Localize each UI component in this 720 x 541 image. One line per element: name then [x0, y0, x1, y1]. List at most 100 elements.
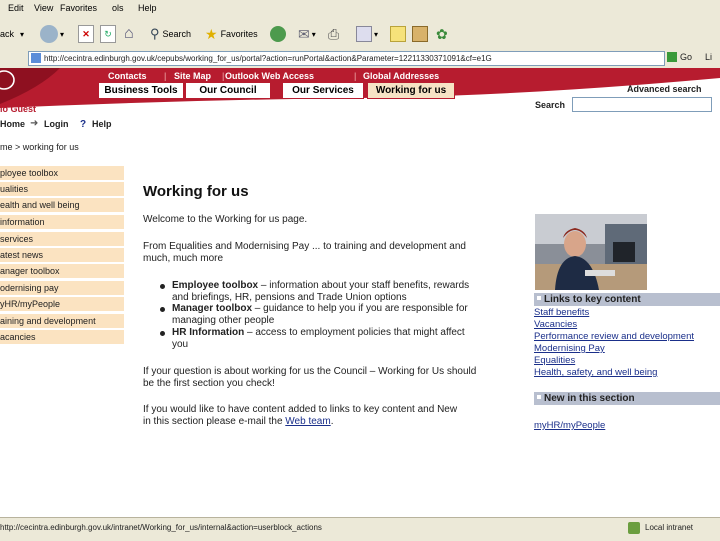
tab-our-services[interactable]: Our Services: [282, 82, 364, 99]
link-performance-review[interactable]: Performance review and development: [534, 331, 694, 342]
tab-working-for-us[interactable]: Working for us: [367, 82, 455, 99]
link-equalities[interactable]: Equalities: [534, 355, 575, 366]
question-line-2: be the first section you check!: [143, 378, 275, 389]
bullet-icon: [160, 307, 165, 312]
add-content-text: in this section please e-mail the: [143, 416, 286, 427]
links-key-content-header: Links to key content: [534, 293, 720, 306]
word-icon: [356, 26, 372, 42]
book-icon: [412, 26, 428, 42]
star-icon: ★: [205, 25, 218, 42]
sidebar-item-equalities[interactable]: ualities: [0, 182, 124, 196]
sidebar-item-myhr[interactable]: yHR/myPeople: [0, 297, 124, 311]
favorites-button[interactable]: ★ Favorites: [205, 24, 258, 44]
bullet-hr-information-head[interactable]: HR Information: [172, 327, 244, 338]
bullet-hr-information-line2: you: [172, 339, 189, 350]
address-input[interactable]: http://cecintra.edinburgh.gov.uk/cepubs/…: [28, 51, 665, 66]
add-content-end: .: [330, 416, 334, 427]
sidebar-item-hr-information[interactable]: information: [0, 215, 124, 229]
sidebar-item-vacancies[interactable]: acancies: [0, 330, 124, 344]
browser-toolbar: ack ▾ ▾ ✕ ↻ ⌂ ⚲ Search ★ Favorites ✉ ▾ ⎙…: [0, 18, 720, 50]
link-modernising-pay[interactable]: Modernising Pay: [534, 343, 605, 354]
history-icon: [270, 26, 286, 42]
status-bar: http://cecintra.edinburgh.gov.uk/intrane…: [0, 517, 720, 541]
nav-site-map[interactable]: Site Map: [174, 71, 211, 81]
header-marker-icon: [537, 395, 541, 399]
print-button[interactable]: ⎙: [328, 24, 339, 44]
intro-line-2: much, much more: [143, 253, 224, 264]
web-team-link[interactable]: Web team: [285, 416, 330, 427]
login-icon: ➜: [30, 118, 39, 129]
sidebar-item-training[interactable]: aining and development: [0, 314, 124, 328]
office-worker-photo: [535, 214, 647, 290]
home-icon: ⌂: [124, 25, 134, 42]
search-button[interactable]: ⚲ Search: [150, 24, 191, 44]
forward-button[interactable]: ▾: [40, 24, 64, 44]
bullet-employee-toolbox-head[interactable]: Employee toolbox: [172, 280, 258, 291]
links-key-content-title: Links to key content: [544, 294, 641, 305]
login-link[interactable]: Login: [44, 119, 69, 129]
new-in-section-title: New in this section: [544, 393, 635, 404]
chevron-down-icon: ▾: [60, 29, 65, 39]
nav-separator: |: [222, 71, 225, 81]
menu-view[interactable]: View: [34, 3, 53, 13]
sidebar-item-modernising-pay[interactable]: odernising pay: [0, 281, 124, 295]
guest-label: lo Guest: [0, 104, 37, 114]
question-line-1: If your question is about working for us…: [143, 366, 477, 377]
back-button[interactable]: ack ▾: [0, 24, 24, 44]
bullet-employee-toolbox: Employee toolbox – information about you…: [172, 280, 469, 292]
nav-outlook[interactable]: Outlook Web Access: [225, 71, 314, 81]
link-myhr-mypeople[interactable]: myHR/myPeople: [534, 420, 605, 431]
search-icon: ⚲: [150, 26, 160, 41]
stop-button[interactable]: ✕: [78, 24, 94, 44]
nav-separator: |: [164, 71, 167, 81]
messenger-button[interactable]: ✿: [436, 24, 448, 44]
menu-edit[interactable]: Edit: [8, 3, 24, 13]
nav-contacts[interactable]: Contacts: [108, 71, 147, 81]
bullet-manager-toolbox: Manager toolbox – guidance to help you i…: [172, 303, 468, 315]
tab-business-tools[interactable]: Business Tools: [98, 82, 184, 99]
messenger-icon: ✿: [436, 25, 448, 42]
tab-our-council[interactable]: Our Council: [185, 82, 271, 99]
back-label: ack: [0, 29, 15, 39]
history-button[interactable]: [270, 24, 286, 44]
refresh-button[interactable]: ↻: [100, 24, 116, 44]
nav-global-addresses[interactable]: Global Addresses: [363, 71, 439, 81]
links-label[interactable]: Li: [705, 52, 712, 62]
research-button[interactable]: [412, 24, 428, 44]
menu-tools[interactable]: ols: [112, 3, 124, 13]
menu-favorites[interactable]: Favorites: [60, 3, 97, 13]
help-link[interactable]: Help: [92, 119, 112, 129]
address-text: http://cecintra.edinburgh.gov.uk/cepubs/…: [44, 54, 492, 63]
bullet-employee-toolbox-text: – information about your staff benefits,…: [258, 280, 470, 291]
sidebar-item-manager-toolbox[interactable]: anager toolbox: [0, 264, 124, 278]
sidebar-item-hr-services[interactable]: services: [0, 232, 124, 246]
sidebar-item-health[interactable]: ealth and well being: [0, 198, 124, 212]
go-button[interactable]: Go: [667, 52, 692, 62]
print-icon: ⎙: [328, 25, 340, 42]
bullet-manager-toolbox-head[interactable]: Manager toolbox: [172, 303, 252, 314]
advanced-search-link[interactable]: Advanced search: [627, 84, 702, 94]
status-zone: Local intranet: [645, 523, 694, 532]
discuss-button[interactable]: [390, 24, 406, 44]
edit-button[interactable]: ▾: [356, 24, 378, 44]
home-button[interactable]: ⌂: [124, 24, 134, 44]
sidebar-item-employee-toolbox[interactable]: ployee toolbox: [0, 166, 124, 180]
address-bar: http://cecintra.edinburgh.gov.uk/cepubs/…: [0, 49, 720, 69]
link-staff-benefits[interactable]: Staff benefits: [534, 307, 589, 318]
go-label: Go: [680, 52, 693, 62]
page-icon: [31, 53, 41, 63]
new-in-section-header: New in this section: [534, 392, 720, 405]
site-search-input[interactable]: [572, 97, 712, 112]
chevron-down-icon: ▾: [20, 29, 25, 39]
menu-help[interactable]: Help: [138, 3, 157, 13]
home-link[interactable]: Home: [0, 119, 25, 129]
mail-button[interactable]: ✉ ▾: [298, 24, 316, 44]
nav-separator: |: [354, 71, 357, 81]
link-health-safety[interactable]: Health, safety, and well being: [534, 367, 657, 378]
bullet-icon: [160, 331, 165, 336]
stop-icon: ✕: [78, 25, 94, 43]
link-vacancies[interactable]: Vacancies: [534, 319, 577, 330]
sidebar-item-latest-news[interactable]: atest news: [0, 248, 124, 262]
bullet-hr-information-text: – access to employment policies that mig…: [244, 327, 465, 338]
mail-icon: ✉: [298, 25, 310, 42]
